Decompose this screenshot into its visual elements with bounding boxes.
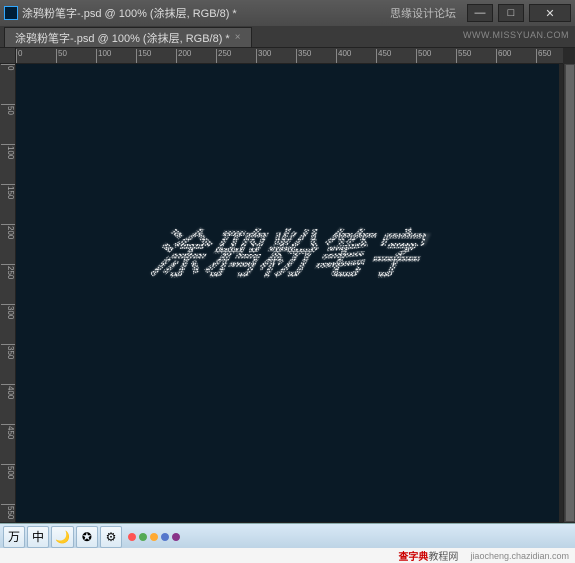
ruler-horizontal[interactable]: 0 50 100 150 200 250 300 350 400 450 500 550 600 650 <box>16 48 563 64</box>
star-icon[interactable]: ✪ <box>76 526 98 548</box>
scroll-thumb-v[interactable] <box>565 64 575 522</box>
ruler-tick: 150 <box>1 184 15 199</box>
scrollbar-vertical[interactable] <box>563 64 575 522</box>
ruler-tick: 50 <box>1 104 15 115</box>
ruler-tick: 550 <box>1 504 15 519</box>
document-tabbar: 涂鸦粉笔字-.psd @ 100% (涂抹层, RGB/8) * × WWW.M… <box>0 26 575 48</box>
ruler-tick: 500 <box>416 49 431 63</box>
ruler-tick: 200 <box>1 224 15 239</box>
chalk-text-content: 涂鸦粉笔字 <box>145 226 427 284</box>
ruler-tick: 300 <box>1 304 15 319</box>
tab-label: 涂鸦粉笔字-.psd @ 100% (涂抹层, RGB/8) * <box>15 30 230 46</box>
ruler-tick: 250 <box>216 49 231 63</box>
workspace: 050100150200250300350400450500550600650 … <box>0 48 575 550</box>
tray-dot-icon[interactable] <box>128 533 136 541</box>
footer-brand: 查字典 <box>398 552 428 563</box>
ruler-tick: 450 <box>376 49 391 63</box>
ime-button-2[interactable]: 中 <box>27 526 49 548</box>
ruler-tick: 350 <box>1 344 15 359</box>
ruler-tick: 650 <box>536 49 551 63</box>
window-title: 涂鸦粉笔字-.psd @ 100% (涂抹层, RGB/8) * <box>22 5 237 21</box>
gear-icon[interactable]: ⚙ <box>100 526 122 548</box>
footer-url: jiaocheng.chazidian.com <box>470 551 569 561</box>
tray-dot-icon[interactable] <box>161 533 169 541</box>
canvas-viewport: 涂鸦粉笔字 <box>16 64 563 522</box>
ruler-tick: 100 <box>1 144 15 159</box>
ruler-tick: 150 <box>136 49 151 63</box>
ruler-tick: 600 <box>496 49 511 63</box>
ruler-tick: 300 <box>256 49 271 63</box>
watermark-url: WWW.MISSYUAN.COM <box>463 30 569 40</box>
maximize-button[interactable]: □ <box>498 4 524 22</box>
titlebar: 涂鸦粉笔字-.psd @ 100% (涂抹层, RGB/8) * 思缘设计论坛 … <box>0 0 575 26</box>
quick-icons <box>128 533 180 541</box>
ruler-tick: 50 <box>56 49 67 63</box>
close-button[interactable]: ✕ <box>529 4 571 22</box>
ruler-tick: 400 <box>1 384 15 399</box>
os-taskbar: 万 中 🌙 ✪ ⚙ <box>0 523 575 549</box>
ruler-corner <box>0 48 16 64</box>
ruler-tick: 0 <box>1 64 15 70</box>
canvas[interactable]: 涂鸦粉笔字 <box>16 64 559 522</box>
tray-dot-icon[interactable] <box>150 533 158 541</box>
ruler-tick: 200 <box>176 49 191 63</box>
minimize-button[interactable]: — <box>467 4 493 22</box>
chalk-text-art: 涂鸦粉笔字 <box>145 212 431 287</box>
close-icon[interactable]: × <box>235 32 241 43</box>
app-icon <box>4 6 18 20</box>
document-tab[interactable]: 涂鸦粉笔字-.psd @ 100% (涂抹层, RGB/8) * × <box>4 27 252 47</box>
ruler-tick: 450 <box>1 424 15 439</box>
ruler-vertical[interactable]: 0 50 100 150 200 250 300 350 400 450 500 550 <box>0 64 16 522</box>
footer-site: 教程网 <box>428 552 458 563</box>
moon-icon[interactable]: 🌙 <box>51 526 74 548</box>
ruler-tick: 550 <box>456 49 471 63</box>
ruler-tick: 350 <box>296 49 311 63</box>
tray-dot-icon[interactable] <box>139 533 147 541</box>
page-footer: 查字典教程网 jiaocheng.chazidian.com <box>0 548 575 563</box>
ruler-tick: 0 <box>16 49 22 63</box>
ruler-tick: 100 <box>96 49 111 63</box>
ime-button-1[interactable]: 万 <box>3 526 25 548</box>
brand-text: 思缘设计论坛 <box>390 5 456 21</box>
ruler-tick: 400 <box>336 49 351 63</box>
tray-dot-icon[interactable] <box>172 533 180 541</box>
ruler-tick: 250 <box>1 264 15 279</box>
app-window: 涂鸦粉笔字-.psd @ 100% (涂抹层, RGB/8) * 思缘设计论坛 … <box>0 0 575 550</box>
ruler-tick: 500 <box>1 464 15 479</box>
